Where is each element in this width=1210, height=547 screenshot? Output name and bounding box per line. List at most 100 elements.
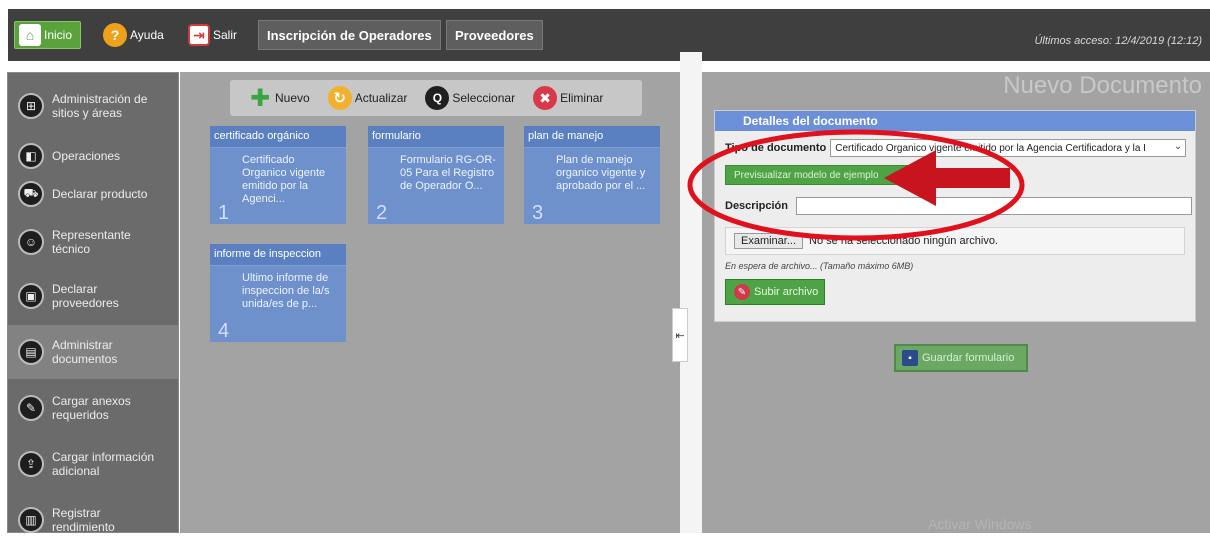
tab-proveedores[interactable]: Proveedores [446, 20, 543, 50]
new-document-panel: Nuevo Documento Detalles del documento T… [702, 72, 1210, 533]
panel-title: Nuevo Documento [1003, 72, 1202, 99]
document-card-header: certificado orgánico [210, 126, 346, 148]
examinar-button[interactable]: Examinar... [734, 233, 804, 249]
people-icon: ☺ [18, 229, 44, 255]
document-card-number: 1 [218, 202, 230, 224]
activate-windows-watermark: Activar Windows [928, 516, 1032, 532]
sidebar-item-declarar-proveedores[interactable]: ▣ Declarar proveedores [8, 269, 178, 323]
panel-splitter[interactable] [680, 52, 702, 533]
document-card[interactable]: formulario Formulario RG-OR-05 Para el R… [368, 126, 504, 224]
upload-icon: ✎ [734, 284, 750, 300]
eliminar-button[interactable]: ✖ Eliminar [533, 86, 603, 110]
descripcion-label: Descripción [725, 200, 788, 212]
inicio-label: Inicio [44, 28, 73, 42]
sidebar-item-label: Administrar documentos [52, 338, 118, 366]
salir-button[interactable]: ⇥ Salir [188, 21, 237, 49]
actualizar-label: Actualizar [354, 91, 408, 105]
guardar-formulario-button[interactable]: ▪ Guardar formulario [894, 344, 1028, 372]
document-card[interactable]: certificado orgánico Certificado Organic… [210, 126, 346, 224]
document-card-text: Ultimo informe de inspeccion de la/s uni… [242, 272, 330, 310]
document-card[interactable]: plan de manejo Plan de manejo organico v… [524, 126, 660, 224]
sidebar-item-label: Registrar rendimiento [52, 506, 115, 534]
ayuda-label: Ayuda [130, 28, 164, 42]
last-access-text: Últimos acceso: 12/4/2019 (12:12) [1034, 35, 1202, 47]
subir-label: Subir archivo [754, 286, 819, 298]
sidebar-item-label: Administración de sitios y áreas [52, 92, 148, 120]
sidebar: ⊞ Administración de sitios y áreas ◧ Ope… [7, 72, 179, 534]
chevron-down-icon: ⌄ [1173, 141, 1183, 152]
sidebar-item-registrar-rendimiento[interactable]: ▥ Registrar rendimiento [8, 493, 178, 547]
seleccionar-label: Seleccionar [452, 91, 516, 105]
tipo-documento-value: Certificado Organico vigente emitido por… [835, 142, 1146, 154]
tipo-documento-label: Tipo de documento [725, 142, 827, 154]
box-icon: ▣ [18, 283, 44, 309]
document-card-text: Plan de manejo organico vigente y aproba… [556, 154, 646, 192]
document-card-body: Plan de manejo organico vigente y aproba… [524, 148, 660, 224]
sidebar-item-administrar-documentos[interactable]: ▤ Administrar documentos [8, 325, 178, 379]
refresh-icon: ↻ [327, 86, 352, 110]
tab-inscripcion-operadores[interactable]: Inscripción de Operadores [258, 20, 441, 50]
document-card-header: formulario [368, 126, 504, 148]
file-hint-text: En espera de archivo... (Tamaño máximo 6… [725, 261, 914, 271]
document-details-form: Detalles del documento Tipo de documento… [714, 110, 1196, 322]
sidebar-item-declarar-producto[interactable]: ⛟ Declarar producto [8, 167, 178, 221]
operations-icon: ◧ [18, 143, 44, 169]
document-card-header: plan de manejo [524, 126, 660, 148]
tipo-row: Tipo de documento Certificado Organico v… [725, 139, 1187, 157]
no-file-text: No se ha seleccionado ningún archivo. [809, 235, 998, 247]
documents-toolbar: ✚ Nuevo ↻ Actualizar Q Seleccionar ✖ Eli… [230, 80, 642, 116]
guardar-label: Guardar formulario [922, 352, 1015, 364]
documents-area: ✚ Nuevo ↻ Actualizar Q Seleccionar ✖ Eli… [180, 72, 680, 533]
cart-icon: ⛟ [18, 181, 44, 207]
nuevo-button[interactable]: ✚ Nuevo [248, 84, 310, 112]
sidebar-item-label: Cargar anexos requeridos [52, 394, 131, 422]
sidebar-item-cargar-informacion[interactable]: ⇪ Cargar información adicional [8, 437, 178, 491]
plus-icon: ✚ [249, 84, 271, 112]
document-card[interactable]: informe de inspeccion Ultimo informe de … [210, 244, 346, 342]
sidebar-item-label: Representante técnico [52, 228, 131, 256]
home-icon: ⌂ [19, 24, 41, 46]
delete-icon: ✖ [533, 86, 558, 110]
ayuda-button[interactable]: ? Ayuda [103, 21, 164, 49]
document-card-body: Formulario RG-OR-05 Para el Registro de … [368, 148, 504, 224]
upload-icon: ⇪ [18, 451, 44, 477]
attachment-icon: ✎ [18, 395, 44, 421]
document-card-body: Certificado Organico vigente emitido por… [210, 148, 346, 224]
map-icon: ⊞ [18, 93, 44, 119]
document-card-text: Formulario RG-OR-05 Para el Registro de … [400, 154, 496, 192]
collapse-handle-icon[interactable]: ⇤ [672, 308, 688, 362]
sidebar-item-label: Cargar información adicional [52, 450, 155, 478]
document-card-text: Certificado Organico vigente emitido por… [242, 154, 326, 205]
sidebar-item-label: Declarar proveedores [52, 282, 119, 310]
save-icon: ▪ [902, 350, 918, 366]
descripcion-input[interactable] [795, 197, 1192, 215]
top-bar-background: ⌂ Inicio ? Ayuda ⇥ Salir Inscripción de … [8, 9, 1210, 61]
previsualizar-button[interactable]: Previsualizar modelo de ejemplo [725, 165, 911, 185]
file-upload-box: Examinar... No se ha seleccionado ningún… [725, 227, 1185, 255]
sidebar-item-label: Operaciones [52, 149, 121, 163]
document-card-number: 4 [218, 320, 230, 342]
sidebar-item-representante-tecnico[interactable]: ☺ Representante técnico [8, 215, 178, 269]
document-card-number: 2 [376, 202, 388, 224]
document-card-header: informe de inspeccion [210, 244, 346, 266]
nuevo-label: Nuevo [275, 91, 310, 105]
select-icon: Q [425, 86, 450, 110]
subir-archivo-button[interactable]: ✎ Subir archivo [725, 279, 825, 305]
actualizar-button[interactable]: ↻ Actualizar [327, 86, 408, 110]
sidebar-item-cargar-anexos[interactable]: ✎ Cargar anexos requeridos [8, 381, 178, 435]
help-icon: ? [103, 23, 127, 47]
seleccionar-button[interactable]: Q Seleccionar [425, 86, 515, 110]
form-header: Detalles del documento [715, 111, 1195, 131]
exit-icon: ⇥ [188, 24, 210, 46]
sidebar-item-administracion-sitios[interactable]: ⊞ Administración de sitios y áreas [8, 79, 178, 133]
sidebar-item-label: Declarar producto [52, 187, 148, 201]
top-navigation-bar: ⌂ Inicio ? Ayuda ⇥ Salir Inscripción de … [0, 0, 1210, 72]
tipo-documento-select[interactable]: Certificado Organico vigente emitido por… [830, 139, 1187, 157]
document-card-number: 3 [532, 202, 544, 224]
chart-icon: ▥ [18, 507, 44, 533]
inicio-button[interactable]: ⌂ Inicio [14, 21, 82, 49]
descripcion-row: Descripción [725, 197, 1192, 215]
eliminar-label: Eliminar [560, 91, 604, 105]
document-card-body: Ultimo informe de inspeccion de la/s uni… [210, 266, 346, 342]
salir-label: Salir [213, 28, 238, 42]
